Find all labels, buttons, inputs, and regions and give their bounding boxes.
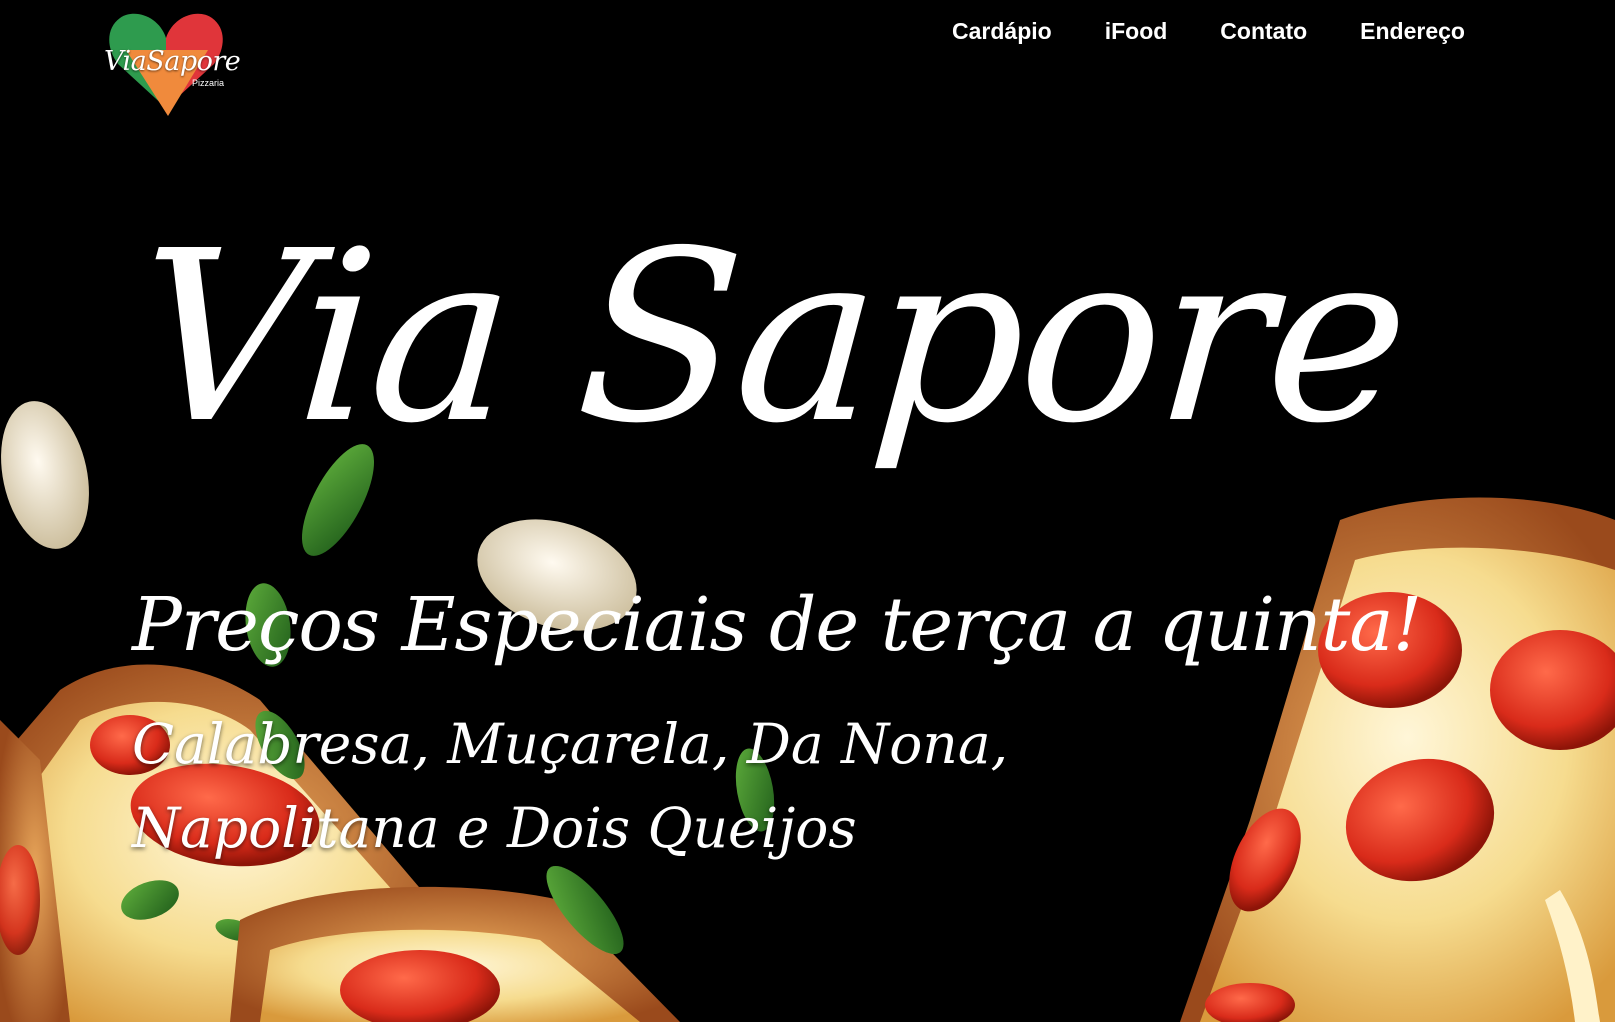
landing-page: ViaSapore Pizzaria Cardápio iFood Contat… [0,0,1615,1022]
promo-flavors-line-1: Calabresa, Muçarela, Da Nona, [132,712,1009,776]
nav-endereco[interactable]: Endereço [1360,18,1465,45]
promo-flavors-line-2: Napolitana e Dois Queijos [132,796,857,860]
pizza-slice-right [1180,497,1615,1022]
nav-cardapio[interactable]: Cardápio [952,18,1052,45]
nav-ifood[interactable]: iFood [1105,18,1168,45]
hero-title: Via Sapore [128,200,1414,475]
nav-contato[interactable]: Contato [1220,18,1307,45]
logo-subtext: Pizzaria [192,78,225,88]
garlic-slice-left [1,401,89,549]
basil-leaves [245,444,775,955]
main-nav: Cardápio iFood Contato Endereço [952,18,1465,45]
pizza-slice-bottom-center [230,886,680,1022]
brand-logo[interactable]: ViaSapore Pizzaria [104,8,241,120]
promo-flavors: Calabresa, Muçarela, Da Nona, Napolitana… [132,702,1008,870]
logo-text: ViaSapore [104,46,241,77]
promo-headline: Preços Especiais de terça a quinta! [132,582,1422,668]
pizza-slice-left-edge [0,720,70,1022]
